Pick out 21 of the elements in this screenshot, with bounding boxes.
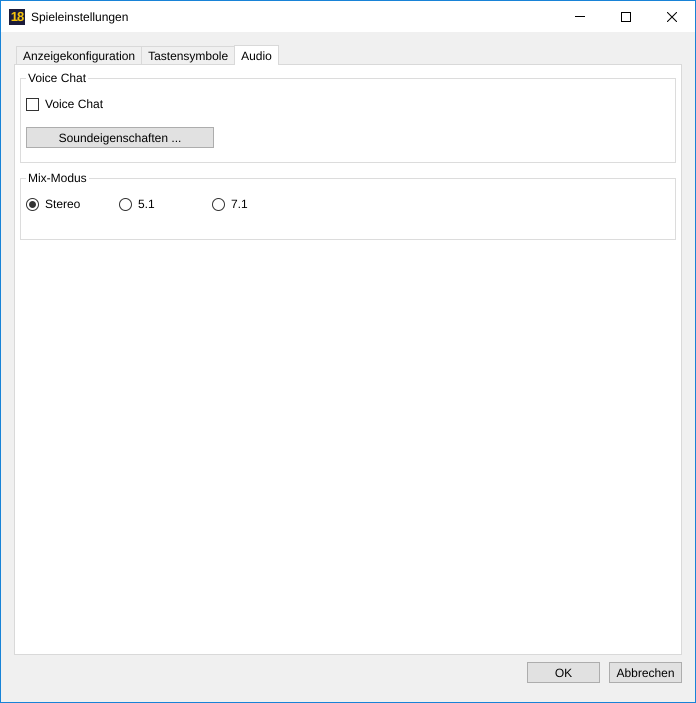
app-logo: 18 bbox=[9, 8, 25, 24]
radio-label: 7.1 bbox=[231, 196, 248, 213]
checkbox-label: Voice Chat bbox=[45, 96, 104, 113]
tab[interactable]: Anzeigekonfiguration bbox=[16, 46, 142, 64]
tab[interactable]: Tastensymbole bbox=[141, 46, 236, 64]
close-icon bbox=[667, 12, 677, 22]
tab[interactable]: Audio bbox=[234, 45, 279, 65]
radio-label: 5.1 bbox=[138, 196, 155, 213]
sound-properties-button[interactable]: Soundeigenschaften ... bbox=[26, 127, 214, 148]
radio-label: Stereo bbox=[45, 196, 80, 213]
checkbox[interactable] bbox=[26, 98, 39, 110]
radio-button[interactable] bbox=[26, 198, 39, 210]
window-title: Spieleinstellungen bbox=[31, 8, 128, 26]
group-title: Voice Chat bbox=[27, 71, 88, 85]
minimize-icon bbox=[575, 16, 585, 17]
group-title: Mix-Modus bbox=[27, 171, 88, 185]
dialog-button[interactable]: OK bbox=[527, 662, 600, 683]
radio-button[interactable] bbox=[212, 198, 225, 210]
dialog-button[interactable]: Abbrechen bbox=[609, 662, 682, 683]
maximize-icon bbox=[621, 12, 631, 22]
radio-button[interactable] bbox=[119, 198, 132, 210]
